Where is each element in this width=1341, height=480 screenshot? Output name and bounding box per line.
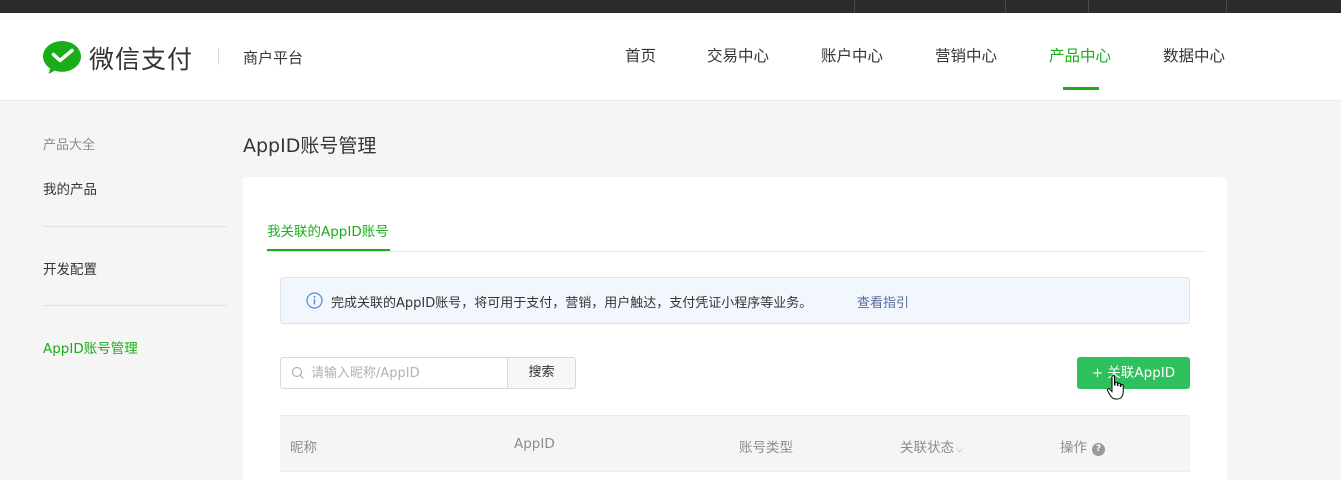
- search-box: [280, 357, 507, 389]
- top-bar: [0, 0, 1341, 13]
- top-bar-divider: [1005, 0, 1006, 13]
- table-header: 昵称 AppID 账号类型 关联状态 ⌵ 操作?: [280, 415, 1190, 472]
- merchant-platform-label: 商户平台: [243, 49, 304, 67]
- column-appid: AppID: [514, 436, 555, 452]
- header-divider: [218, 48, 219, 65]
- view-guide-link[interactable]: 查看指引: [857, 292, 909, 311]
- tab-divider: [267, 251, 1204, 252]
- column-actions-label: 操作: [1060, 440, 1087, 456]
- nav-active-indicator: [1063, 87, 1099, 90]
- page-title: AppID账号管理: [243, 135, 377, 157]
- help-icon[interactable]: ?: [1092, 443, 1105, 456]
- info-notice: 完成关联的AppID账号，将可用于支付，营销，用户触达，支付凭证小程序等业务。 …: [280, 277, 1190, 324]
- top-bar-divider: [854, 0, 855, 13]
- sidebar-title: 产品大全: [43, 138, 96, 153]
- column-account-type: 账号类型: [739, 440, 793, 456]
- add-appid-button[interactable]: + 关联AppID: [1077, 357, 1190, 389]
- sidebar-item-my-products[interactable]: 我的产品: [43, 178, 97, 198]
- nav-product-center[interactable]: 产品中心: [1049, 44, 1111, 66]
- sidebar-item-dev-config[interactable]: 开发配置: [43, 258, 97, 278]
- top-bar-divider: [1088, 0, 1089, 13]
- nav-marketing-center[interactable]: 营销中心: [935, 44, 997, 66]
- header: 微信支付 商户平台 首页 交易中心 账户中心 营销中心 产品中心 数据中心: [0, 13, 1341, 101]
- nav-transaction-center[interactable]: 交易中心: [707, 44, 769, 66]
- hand-cursor-icon: [1106, 375, 1124, 400]
- info-icon: [306, 292, 323, 309]
- search-icon: [291, 366, 304, 379]
- search-button[interactable]: 搜索: [507, 357, 576, 389]
- column-link-status-label: 关联状态: [900, 440, 954, 456]
- tab-linked-appid[interactable]: 我关联的AppID账号: [267, 220, 389, 240]
- column-link-status[interactable]: 关联状态 ⌵: [900, 436, 963, 456]
- wechat-pay-logo-icon[interactable]: [42, 39, 82, 75]
- sidebar-item-appid-management[interactable]: AppID账号管理: [43, 337, 138, 357]
- nav-home[interactable]: 首页: [625, 44, 656, 66]
- top-bar-divider: [1226, 0, 1227, 13]
- nav-account-center[interactable]: 账户中心: [821, 44, 883, 66]
- chevron-down-icon[interactable]: ⌵: [956, 445, 963, 455]
- column-nickname: 昵称: [290, 440, 317, 456]
- nav-data-center[interactable]: 数据中心: [1163, 44, 1225, 66]
- notice-text: 完成关联的AppID账号，将可用于支付，营销，用户触达，支付凭证小程序等业务。: [331, 296, 813, 311]
- search-input[interactable]: [311, 363, 501, 383]
- sidebar-divider: [43, 226, 227, 227]
- column-actions: 操作?: [1060, 436, 1105, 456]
- brand-name[interactable]: 微信支付: [89, 40, 193, 76]
- sidebar-divider: [43, 305, 227, 306]
